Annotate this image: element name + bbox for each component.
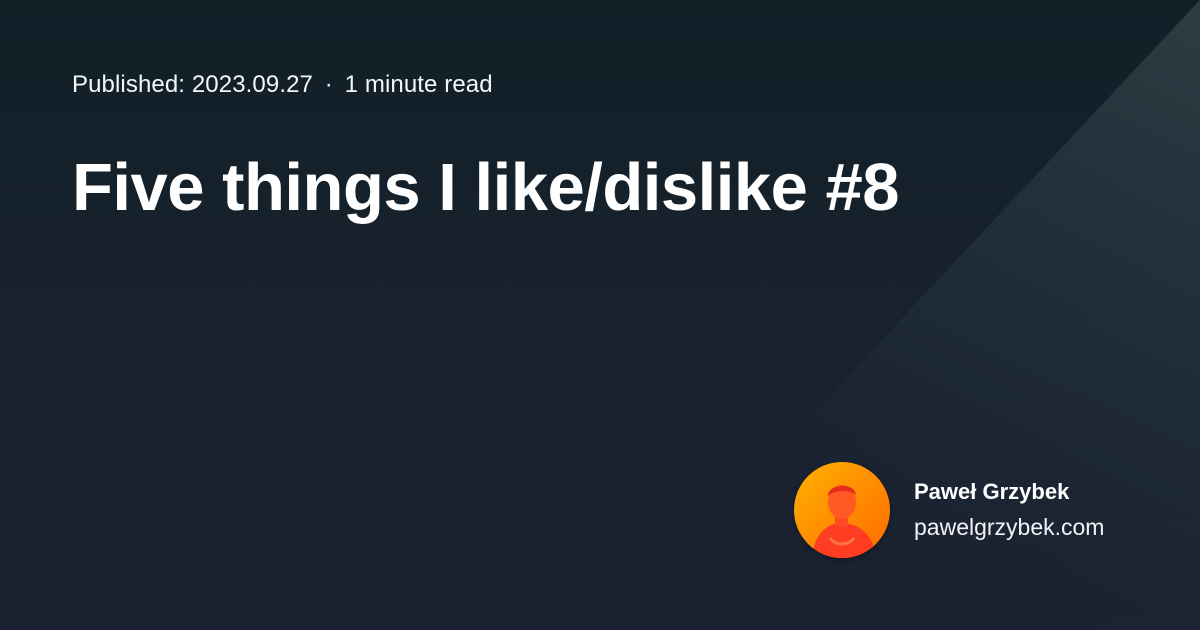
published-label: Published: [72, 71, 186, 98]
post-meta: Published: 2023.09.27 · 1 minute read [72, 70, 493, 100]
post-title: Five things I like/dislike #8 [72, 150, 900, 225]
portrait-icon [794, 462, 890, 558]
meta-separator: · [324, 71, 333, 98]
published-date: 2023.09.27 [191, 71, 313, 98]
author-website-link[interactable]: pawelgrzybek.com [914, 512, 1104, 542]
author-name: Paweł Grzybek [914, 479, 1070, 504]
social-card: Published: 2023.09.27 · 1 minute read Fi… [0, 0, 1200, 630]
author-avatar [794, 462, 890, 558]
author-block: Paweł Grzybek pawelgrzybek.com [794, 462, 1104, 558]
author-details: Paweł Grzybek pawelgrzybek.com [914, 478, 1104, 542]
read-time: 1 minute read [344, 71, 493, 98]
